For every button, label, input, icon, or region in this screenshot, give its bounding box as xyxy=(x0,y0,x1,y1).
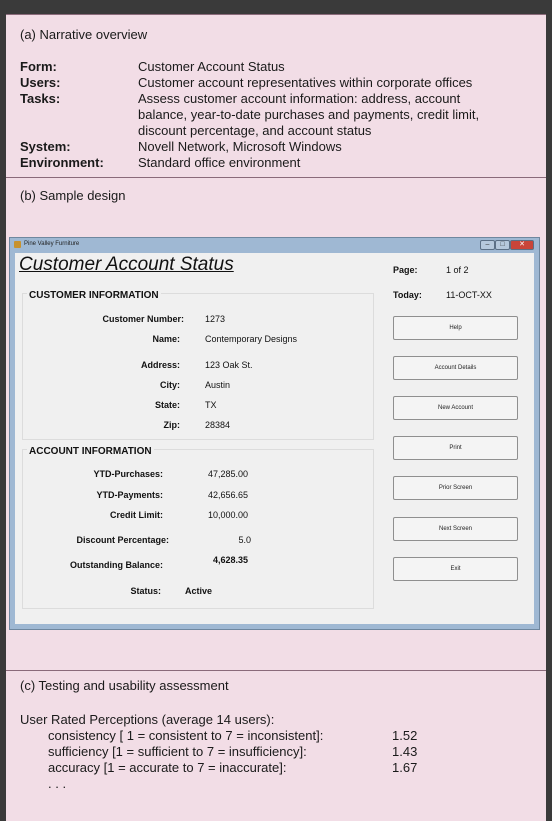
app-window: Pine Valley Furniture – □ ✕ Customer Acc… xyxy=(9,237,540,630)
exit-button[interactable]: Exit xyxy=(393,557,518,581)
sufficiency-label: sufficiency [1 = sufficient to 7 = insuf… xyxy=(48,744,307,759)
ytd-purchases-label: YTD-Purchases: xyxy=(93,469,163,479)
maximize-button[interactable]: □ xyxy=(495,240,510,250)
status-value: Active xyxy=(185,586,213,596)
prior-screen-button[interactable]: Prior Screen xyxy=(393,476,518,500)
next-screen-button[interactable]: Next Screen xyxy=(393,517,518,541)
continuation-ellipsis: . . . xyxy=(48,776,67,791)
address-label: Address: xyxy=(140,360,180,370)
discount-percentage-label: Discount Percentage: xyxy=(76,535,169,545)
tasks-line-2: balance, year-to-date purchases and paym… xyxy=(138,107,480,122)
minimize-button[interactable]: – xyxy=(480,240,495,250)
outstanding-balance-label: Outstanding Balance: xyxy=(69,560,163,570)
users-label: Users: xyxy=(20,75,61,90)
state-value: TX xyxy=(205,400,217,410)
page-value: 1 of 2 xyxy=(446,265,469,275)
accuracy-value: 1.67 xyxy=(392,760,418,775)
ytd-payments-label: YTD-Payments: xyxy=(96,490,163,500)
consistency-value: 1.52 xyxy=(392,728,418,743)
accuracy-label: accuracy [1 = accurate to 7 = inaccurate… xyxy=(48,760,287,775)
section-c-title: (c) Testing and usability assessment xyxy=(20,678,229,693)
narrative-overview-panel: (a) Narrative overview Form: Customer Ac… xyxy=(6,14,546,177)
zip-label: Zip: xyxy=(163,420,181,430)
form-value: Customer Account Status xyxy=(138,59,285,74)
usability-heading: User Rated Perceptions (average 14 users… xyxy=(20,712,275,727)
tasks-label: Tasks: xyxy=(20,91,61,106)
ytd-purchases-value: 47,285.00 xyxy=(208,469,249,479)
today-label: Today: xyxy=(393,290,422,300)
consistency-label: consistency [ 1 = consistent to 7 = inco… xyxy=(48,728,324,743)
customer-name-value: Contemporary Designs xyxy=(205,334,298,344)
window-title: Pine Valley Furniture xyxy=(24,241,80,247)
page-label: Page: xyxy=(393,265,418,275)
address-value: 123 Oak St. xyxy=(205,360,253,370)
outstanding-balance-value: 4,628.35 xyxy=(213,555,249,565)
window-titlebar[interactable]: Pine Valley Furniture – □ ✕ xyxy=(10,238,539,252)
users-value: Customer account representatives within … xyxy=(138,75,473,90)
form-label: Form: xyxy=(20,59,57,74)
section-a-title: (a) Narrative overview xyxy=(20,27,148,42)
city-value: Austin xyxy=(205,380,231,390)
usability-panel: (c) Testing and usability assessment Use… xyxy=(6,670,546,821)
tasks-line-3: discount percentage, and account status xyxy=(138,123,372,138)
sufficiency-value: 1.43 xyxy=(392,744,418,759)
customer-number-label: Customer Number: xyxy=(102,314,184,324)
form-title: Customer Account Status xyxy=(19,254,234,275)
zip-value: 28384 xyxy=(205,420,231,430)
system-value: Novell Network, Microsoft Windows xyxy=(138,139,342,154)
city-label: City: xyxy=(160,380,180,390)
form-client-area: Customer Account Status Page: 1 of 2 Tod… xyxy=(15,253,534,624)
customer-number-value: 1273 xyxy=(205,314,226,324)
today-value: 11-OCT-XX xyxy=(446,290,492,300)
state-label: State: xyxy=(154,400,180,410)
environment-value: Standard office environment xyxy=(138,155,301,170)
section-b-title: (b) Sample design xyxy=(20,188,126,203)
customer-info-header: CUSTOMER INFORMATION xyxy=(27,290,161,301)
close-button[interactable]: ✕ xyxy=(510,240,534,250)
customer-name-label: Name: xyxy=(152,334,180,344)
account-details-button[interactable]: Account Details xyxy=(393,356,518,380)
credit-limit-value: 10,000.00 xyxy=(208,510,249,520)
new-account-button[interactable]: New Account xyxy=(393,396,518,420)
help-button[interactable]: Help xyxy=(393,316,518,340)
app-icon xyxy=(14,241,21,248)
print-button[interactable]: Print xyxy=(393,436,518,460)
system-label: System: xyxy=(20,139,71,154)
sample-design-panel: (b) Sample design Pine Valley Furniture … xyxy=(6,177,546,670)
tasks-line-1: Assess customer account information: add… xyxy=(138,91,461,106)
environment-label: Environment: xyxy=(20,155,104,170)
credit-limit-label: Credit Limit: xyxy=(110,510,163,520)
account-info-header: ACCOUNT INFORMATION xyxy=(27,446,154,457)
ytd-payments-value: 42,656.65 xyxy=(208,490,249,500)
discount-percentage-value: 5.0 xyxy=(238,535,251,545)
status-label: Status: xyxy=(130,586,161,596)
